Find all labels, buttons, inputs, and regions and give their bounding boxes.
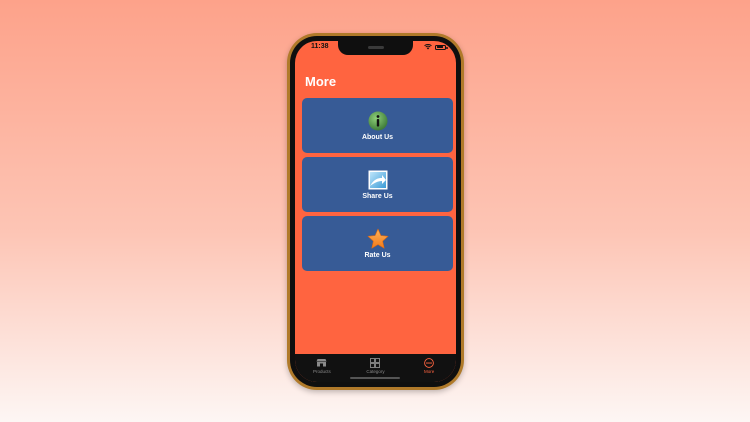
tab-category-label: Category: [366, 369, 385, 374]
about-us-button[interactable]: About Us: [302, 98, 453, 153]
app-screen: 11:38 More About Us Share Us Rate Us Pro…: [295, 41, 456, 382]
share-us-button[interactable]: Share Us: [302, 157, 453, 212]
info-icon: [367, 110, 389, 132]
tab-more-label: More: [424, 369, 435, 374]
status-time: 11:38: [311, 43, 329, 50]
status-icons: [424, 44, 448, 50]
star-icon: [367, 228, 389, 250]
page-title: More: [305, 74, 337, 89]
wifi-icon: [424, 44, 432, 50]
category-icon: [370, 357, 381, 368]
home-indicator[interactable]: [350, 377, 400, 379]
phone-frame: 11:38 More About Us Share Us Rate Us Pro…: [287, 33, 464, 390]
share-us-label: Share Us: [362, 193, 393, 200]
tab-products-label: Products: [312, 369, 331, 374]
tab-more[interactable]: More: [409, 357, 449, 374]
about-us-label: About Us: [361, 134, 394, 141]
battery-icon: [435, 44, 448, 50]
tab-bar: Products Category More: [295, 354, 456, 382]
notch: [338, 41, 413, 55]
tab-products[interactable]: Products: [302, 357, 342, 374]
rate-us-button[interactable]: Rate Us: [302, 216, 453, 271]
rate-us-label: Rate Us: [364, 252, 391, 259]
speaker: [368, 46, 384, 49]
battery-fill: [436, 46, 444, 48]
phone-bezel: 11:38 More About Us Share Us Rate Us Pro…: [290, 36, 461, 387]
tab-category[interactable]: Category: [355, 357, 395, 374]
products-icon: [316, 357, 327, 368]
share-icon: [367, 169, 389, 191]
more-icon: [424, 357, 435, 368]
